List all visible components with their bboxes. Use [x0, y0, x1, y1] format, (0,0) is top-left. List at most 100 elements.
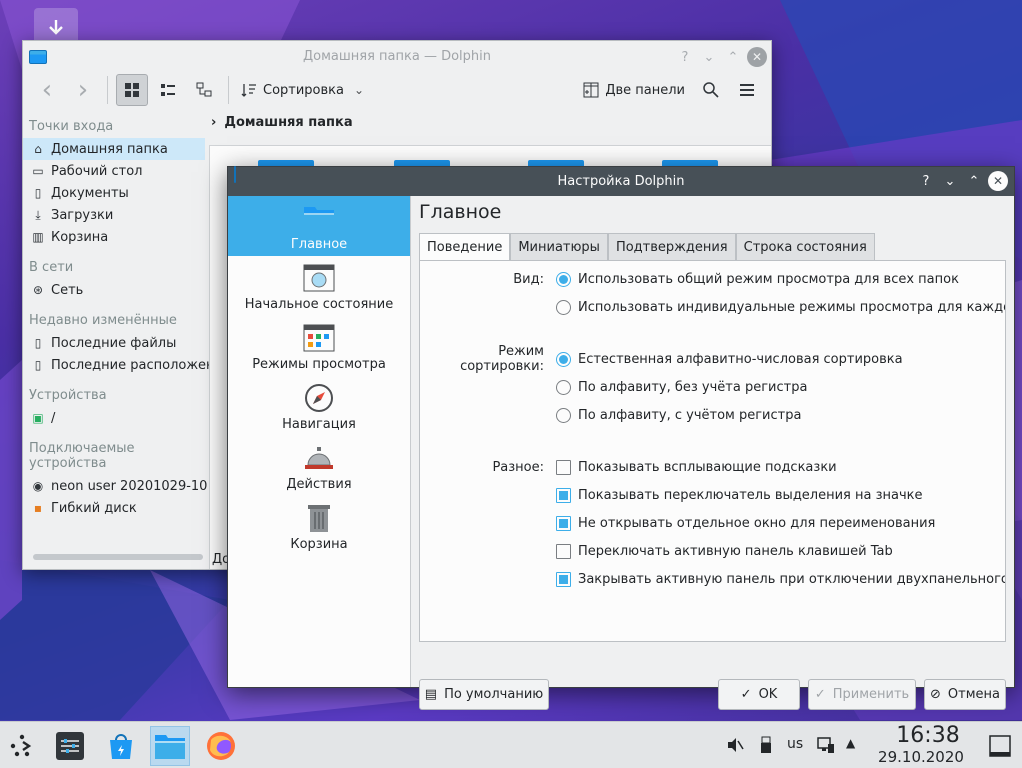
show-desktop-button[interactable]	[980, 726, 1020, 766]
radio-button[interactable]	[556, 407, 571, 423]
toolbar-divider	[107, 76, 108, 104]
tab-confirmations[interactable]: Подтверждения	[607, 233, 736, 260]
page-services[interactable]: Действия	[228, 436, 410, 496]
sort-mode-row: Режим сортировки: Естественная алфавитно…	[420, 344, 1005, 374]
ok-button[interactable]: ✓ OK	[718, 679, 800, 710]
places-item-floppy[interactable]: ▪ Гибкий диск	[23, 497, 209, 519]
sort-icon	[241, 84, 256, 97]
checkbox[interactable]	[556, 487, 571, 503]
view-mode-global-radio[interactable]: Использовать общий режим просмотра для в…	[556, 271, 959, 287]
tab-behavior[interactable]: Поведение	[419, 233, 511, 261]
places-panel: Точки входа ⌂ Домашняя папка ▭ Рабочий с…	[23, 113, 209, 569]
breadcrumb[interactable]: › Домашняя папка	[211, 115, 353, 130]
checkbox[interactable]	[556, 459, 571, 475]
sort-button[interactable]: Сортировка ⌄	[237, 74, 368, 106]
places-item-recent-files[interactable]: ▯ Последние файлы	[23, 332, 209, 354]
application-launcher-button[interactable]	[2, 726, 42, 766]
checkbox[interactable]	[556, 543, 571, 559]
split-view-label: Две панели	[605, 82, 685, 98]
view-mode-per-folder-radio[interactable]: Использовать индивидуальные режимы просм…	[556, 299, 1005, 315]
tab-status-bar[interactable]: Строка состояния	[735, 233, 875, 260]
inline-rename-checkbox[interactable]: Не открывать отдельное окно для переимен…	[556, 515, 935, 531]
taskbar-firefox[interactable]	[201, 726, 241, 766]
radio-button[interactable]	[556, 299, 571, 315]
places-item-desktop[interactable]: ▭ Рабочий стол	[23, 160, 209, 182]
hamburger-menu-button[interactable]	[731, 74, 763, 106]
compact-view-icon	[161, 84, 175, 96]
radio-button[interactable]	[556, 351, 571, 367]
search-button[interactable]	[695, 74, 727, 106]
places-item-label: Рабочий стол	[51, 163, 143, 179]
page-startup[interactable]: Начальное состояние	[228, 256, 410, 316]
dolphin-window-icon[interactable]	[234, 166, 236, 183]
places-item-trash[interactable]: ▥ Корзина	[23, 226, 209, 248]
back-button[interactable]: ‹	[31, 74, 63, 106]
radio-button[interactable]	[556, 379, 571, 395]
sort-case-sensitive-radio[interactable]: По алфавиту, с учётом регистра	[556, 407, 801, 423]
usb-device-icon[interactable]	[760, 736, 772, 758]
radio-button[interactable]	[556, 271, 571, 287]
show-tooltips-checkbox[interactable]: Показывать всплывающие подсказки	[556, 459, 837, 475]
close-active-pane-checkbox[interactable]: Закрывать активную панель при отключении…	[556, 571, 1005, 587]
split-view-button[interactable]: Две панели	[577, 74, 691, 106]
breadcrumb-home[interactable]: Домашняя папка	[224, 115, 352, 130]
places-scrollbar[interactable]	[33, 554, 203, 560]
sort-natural-radio[interactable]: Естественная алфавитно-числовая сортиров…	[556, 351, 903, 367]
clock-date[interactable]: 29.10.2020	[866, 748, 976, 766]
checkbox[interactable]	[556, 515, 571, 531]
sort-case-insensitive-radio[interactable]: По алфавиту, без учёта регистра	[556, 379, 807, 395]
option-label: Показывать переключатель выделения на зн…	[578, 487, 923, 503]
downloads-icon: ⤓	[35, 207, 41, 222]
taskbar-dolphin[interactable]	[150, 726, 190, 766]
places-item-home[interactable]: ⌂ Домашняя папка	[23, 138, 205, 160]
close-icon[interactable]: ✕	[747, 47, 767, 67]
page-trash[interactable]: Корзина	[228, 496, 410, 556]
minimize-icon[interactable]: ⌄	[699, 47, 719, 67]
help-icon[interactable]: ?	[916, 171, 936, 191]
defaults-button[interactable]: ▤ По умолчанию	[419, 679, 549, 710]
icons-view-button[interactable]	[116, 74, 148, 106]
tab-previews[interactable]: Миниатюры	[510, 233, 608, 260]
places-item-network[interactable]: ⊛ Сеть	[23, 279, 209, 301]
tab-switches-panel-checkbox[interactable]: Переключать активную панель клавишей Tab	[556, 543, 893, 559]
settings-tab-bar: Поведение Миниатюры Подтверждения Строка…	[419, 233, 875, 261]
page-view-modes[interactable]: Режимы просмотра	[228, 316, 410, 376]
page-navigation[interactable]: Навигация	[228, 376, 410, 436]
network-wired-icon[interactable]	[817, 736, 835, 758]
taskbar-discover[interactable]	[101, 726, 141, 766]
minimize-icon[interactable]: ⌄	[940, 171, 960, 191]
search-icon	[703, 82, 719, 98]
places-item-documents[interactable]: ▯ Документы	[23, 182, 209, 204]
places-item-recent-locations[interactable]: ▯ Последние расположени	[23, 354, 209, 376]
places-group-title: Устройства	[29, 388, 107, 403]
chevron-up-icon[interactable]: ▲	[846, 736, 855, 750]
page-general[interactable]: Главное	[228, 196, 410, 256]
volume-muted-icon[interactable]	[726, 736, 744, 758]
checkmark-icon: ✓	[814, 687, 826, 702]
cancel-label: Отмена	[947, 687, 1000, 702]
places-item-root[interactable]: ▣ /	[23, 407, 209, 429]
places-item-downloads[interactable]: ⤓ Загрузки	[23, 204, 209, 226]
keyboard-layout-indicator[interactable]: us	[787, 736, 803, 752]
details-view-button[interactable]	[188, 74, 220, 106]
maximize-icon[interactable]: ⌃	[964, 171, 984, 191]
settings-content: Главное Поведение Миниатюры Подтверждени…	[419, 196, 1006, 710]
clock-time[interactable]: 16:38	[878, 723, 978, 748]
close-icon[interactable]: ✕	[988, 171, 1008, 191]
compact-view-button[interactable]	[152, 74, 184, 106]
taskbar-system-settings[interactable]	[50, 726, 90, 766]
dolphin-titlebar[interactable]: Домашняя папка — Dolphin ? ⌄ ⌃ ✕	[23, 41, 771, 72]
checkbox[interactable]	[556, 571, 571, 587]
dialog-titlebar[interactable]: Настройка Dolphin ? ⌄ ⌃ ✕	[228, 166, 1014, 196]
maximize-icon[interactable]: ⌃	[723, 47, 743, 67]
selection-toggle-checkbox[interactable]: Показывать переключатель выделения на зн…	[556, 487, 923, 503]
taskbar: us ▲ 16:38 29.10.2020	[0, 721, 1022, 768]
misc-row: Показывать переключатель выделения на зн…	[420, 483, 1005, 507]
forward-button[interactable]: ›	[67, 74, 99, 106]
help-icon[interactable]: ?	[675, 47, 695, 67]
places-item-usb[interactable]: ◉ neon user 20201029-10:0	[23, 475, 209, 497]
icons-view-icon	[125, 83, 139, 97]
apply-button[interactable]: ✓ Применить	[808, 679, 916, 710]
dolphin-window-icon[interactable]	[29, 49, 47, 64]
cancel-button[interactable]: ⊘ Отмена	[924, 679, 1006, 710]
